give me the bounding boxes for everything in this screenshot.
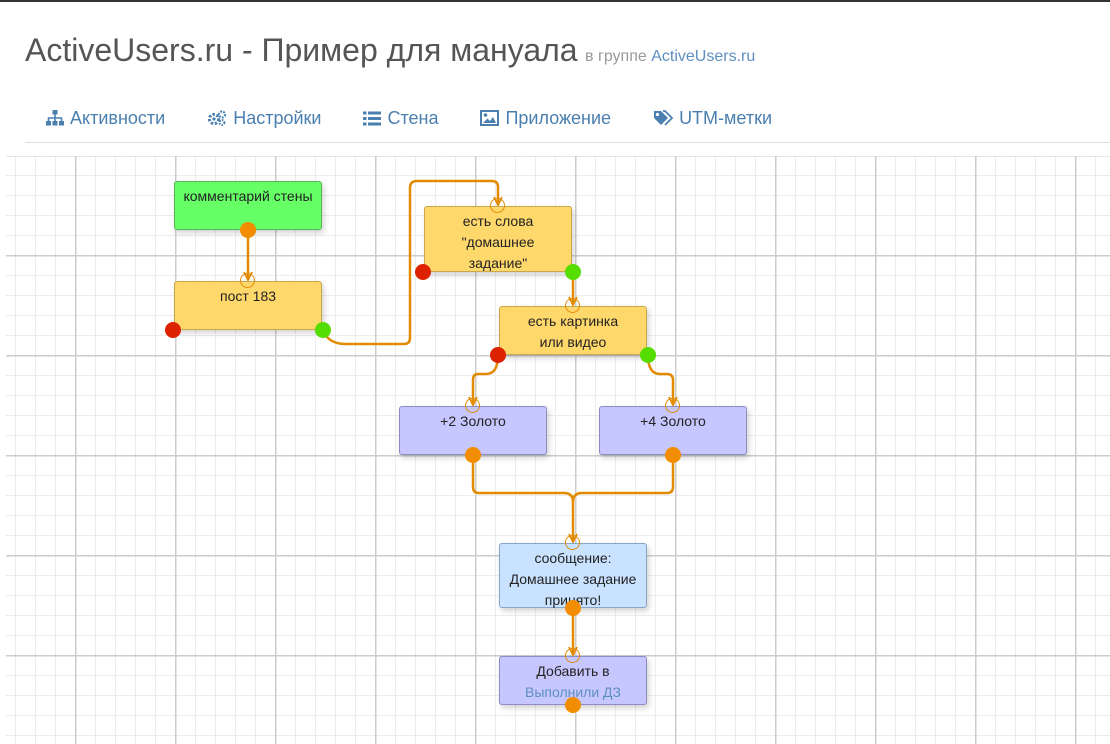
tab-settings[interactable]: Настройки xyxy=(186,108,342,129)
tab-utm-label: UTM-метки xyxy=(679,107,773,128)
port-message-in[interactable] xyxy=(565,535,580,550)
port-has-words-in[interactable] xyxy=(490,198,505,213)
group-link[interactable]: ActiveUsers.ru xyxy=(651,48,755,65)
port-has-media-success[interactable] xyxy=(640,347,656,363)
port-has-media-fail[interactable] xyxy=(490,347,506,363)
tab-app[interactable]: Приложение xyxy=(459,108,632,129)
wire-gold4-message xyxy=(571,455,675,503)
tab-settings-label: Настройки xyxy=(233,107,322,128)
port-add-to-list-out[interactable] xyxy=(565,697,581,713)
node-has-words-line2: "домашнее xyxy=(461,234,535,250)
node-has-media-line1: есть картинка xyxy=(527,313,619,329)
node-has-media[interactable]: есть картинка или видео xyxy=(499,306,647,355)
port-post-fail[interactable] xyxy=(165,322,181,338)
node-has-words[interactable]: есть слова "домашнее задание" xyxy=(424,206,572,272)
sitemap-icon xyxy=(46,110,64,126)
flow-canvas[interactable]: комментарий стены пост 183 есть слова "д… xyxy=(6,156,1110,744)
port-gold-2-out[interactable] xyxy=(465,447,481,463)
port-post-in[interactable] xyxy=(240,273,255,288)
main-tabs: Активности Настройки Стена Приложение UT… xyxy=(25,94,1110,143)
list-icon xyxy=(363,111,382,125)
wire-gold2-message xyxy=(471,455,573,542)
port-has-words-success[interactable] xyxy=(565,264,581,280)
gears-icon xyxy=(208,110,227,126)
node-post[interactable]: пост 183 xyxy=(174,281,322,330)
port-wall-comment-out[interactable] xyxy=(240,222,256,238)
port-gold-2-in[interactable] xyxy=(465,398,480,413)
node-message-line1: сообщение: xyxy=(534,550,612,566)
node-message[interactable]: сообщение: Домашнее задание принято! xyxy=(499,543,647,608)
port-post-success[interactable] xyxy=(315,322,331,338)
group-prefix: в группе xyxy=(585,48,647,65)
node-wall-comment-text: комментарий стены xyxy=(183,188,313,204)
node-gold-4-text: +4 Золото xyxy=(640,413,706,429)
tab-wall[interactable]: Стена xyxy=(342,108,459,129)
tab-wall-label: Стена xyxy=(387,107,439,128)
node-has-words-line1: есть слова xyxy=(462,213,534,229)
node-post-text: пост 183 xyxy=(219,288,277,304)
tags-icon xyxy=(654,110,674,126)
port-gold-4-out[interactable] xyxy=(665,447,681,463)
port-message-out[interactable] xyxy=(565,600,581,616)
node-gold-2-text: +2 Золото xyxy=(440,413,506,429)
node-has-words-line3: задание" xyxy=(468,255,528,271)
port-has-media-in[interactable] xyxy=(565,298,580,313)
node-add-to-list-line1: Добавить в xyxy=(536,663,610,679)
tab-activities-label: Активности xyxy=(70,107,166,128)
node-has-media-line2: или видео xyxy=(539,334,607,350)
node-message-line2: Домашнее задание xyxy=(509,571,637,587)
page-title: ActiveUsers.ru - Пример для мануала xyxy=(25,32,578,68)
page-header: ActiveUsers.ru - Пример для мануала в гр… xyxy=(25,32,755,69)
group-caption: в группе ActiveUsers.ru xyxy=(585,48,755,65)
port-gold-4-in[interactable] xyxy=(665,398,680,413)
port-has-words-fail[interactable] xyxy=(415,264,431,280)
tab-app-label: Приложение xyxy=(505,107,612,128)
port-add-to-list-in[interactable] xyxy=(565,648,580,663)
tab-utm[interactable]: UTM-метки xyxy=(632,108,793,129)
image-icon xyxy=(480,110,500,126)
tab-activities[interactable]: Активности xyxy=(25,108,186,129)
